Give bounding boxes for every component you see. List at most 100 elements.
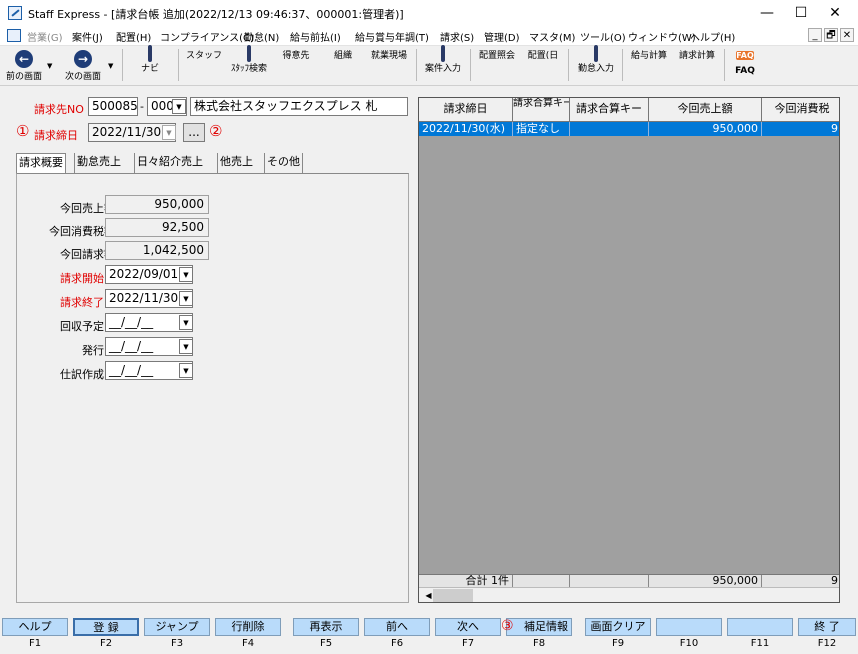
menu-bar: 営業(G) 案件(J) 配置(H) コンプライアンス(C) 勤怠(N) 給与前払… <box>0 26 858 46</box>
f9-key-label: F9 <box>611 638 625 649</box>
f1-help-button[interactable]: ヘルプ <box>2 618 68 636</box>
staff-search-button-label: ｽﾀｯﾌ検索 <box>230 64 267 74</box>
f3-key-label: F3 <box>170 638 184 649</box>
staff-button[interactable]: スタッフ <box>184 47 224 84</box>
f12-exit-button[interactable]: 終 了 <box>798 618 856 636</box>
billing-end-dropdown-icon[interactable] <box>179 291 193 306</box>
column-header-sales[interactable]: 今回売上額 <box>649 98 762 122</box>
toolbar-separator <box>724 49 725 81</box>
f9-clear-button[interactable]: 画面クリア <box>585 618 651 636</box>
mdi-close-button[interactable]: ✕ <box>840 28 854 42</box>
horizontal-scrollbar[interactable]: ◀ <box>419 587 839 602</box>
billing-no-input[interactable]: 500085 <box>88 97 138 116</box>
menu-item-haichi[interactable]: 配置(H) <box>116 29 151 44</box>
back-dropdown-icon[interactable]: ▼ <box>47 62 52 70</box>
journal-date-dropdown-icon[interactable] <box>179 363 193 378</box>
column-header-key[interactable]: 請求合算キー <box>570 98 649 122</box>
f7-key-label: F7 <box>461 638 475 649</box>
mdi-restore-button[interactable]: 🗗 <box>824 28 838 42</box>
project-entry-button[interactable]: 案件入力 <box>420 45 466 84</box>
organization-button[interactable]: 組織 <box>324 47 362 84</box>
toolbar-separator <box>622 49 623 81</box>
form-area: 請求先NO 500085 - 000 株式会社スタッフエクスプレス 札 ① 請求… <box>0 88 415 608</box>
title-bar: Staff Express - [請求台帳 追加(2022/12/13 09:4… <box>0 0 858 26</box>
f10-button[interactable] <box>656 618 722 636</box>
menu-item-advance[interactable]: 給与前払(I) <box>290 29 341 44</box>
tab-billing-overview[interactable]: 請求概要 <box>16 153 66 174</box>
menu-item-master[interactable]: マスタ(M) <box>529 29 575 44</box>
close-button[interactable]: ✕ <box>812 0 858 26</box>
payroll-button[interactable]: 給与計算 <box>626 47 672 84</box>
f11-button[interactable] <box>727 618 793 636</box>
function-key-bar: ヘルプ F1 登 録 F2 ジャンプ F3 行削除 F4 再表示 F5 前へ F… <box>0 618 858 654</box>
back-arrow-icon: ← <box>15 50 33 68</box>
staff-button-label: スタッフ <box>185 51 222 61</box>
forward-dropdown-icon[interactable]: ▼ <box>108 62 113 70</box>
issue-date-label: 発行日 <box>82 344 115 357</box>
tab-daily-referral-sales[interactable]: 日々紹介売上 <box>134 153 205 173</box>
f7-next-button[interactable]: 次へ <box>435 618 501 636</box>
collection-date-dropdown-icon[interactable] <box>179 315 193 330</box>
billing-calc-button-label: 請求計算 <box>678 51 715 61</box>
current-tax-field: 92,500 <box>105 218 209 237</box>
journal-date-label: 仕訳作成日 <box>60 368 115 381</box>
f5-refresh-button[interactable]: 再表示 <box>293 618 359 636</box>
attendance-entry-button[interactable]: 勤怠入力 <box>572 45 620 84</box>
menu-item-anken[interactable]: 案件(J) <box>72 29 103 44</box>
mdi-minimize-button[interactable]: _ <box>808 28 822 42</box>
billing-sub-dropdown-icon[interactable] <box>172 99 186 114</box>
faq-icon: FAQ <box>736 51 754 60</box>
menu-item-window[interactable]: ウィンドウ(W) <box>628 29 696 44</box>
f8-supplement-button[interactable]: 補足情報 <box>506 618 572 636</box>
menu-item-payroll[interactable]: 給与賞与年調(T) <box>355 29 429 44</box>
marker-2: ② <box>209 122 223 140</box>
menu-item-kanri[interactable]: 管理(D) <box>484 29 520 44</box>
f3-jump-button[interactable]: ジャンプ <box>144 618 210 636</box>
menu-item-tools[interactable]: ツール(O) <box>580 29 626 44</box>
f12-key-label: F12 <box>817 638 837 649</box>
tab-other-sales[interactable]: 他売上 <box>217 153 255 173</box>
current-sales-label: 今回売上額 <box>60 202 115 215</box>
menu-item-kintai[interactable]: 勤怠(N) <box>244 29 279 44</box>
staff-search-button[interactable]: ｽﾀｯﾌ検索 <box>226 45 272 84</box>
table-row[interactable]: 2022/11/30(水) 指定なし 950,000 9 <box>419 122 839 136</box>
current-billing-field: 1,042,500 <box>105 241 209 260</box>
f8-key-label: F8 <box>532 638 546 649</box>
billing-start-dropdown-icon[interactable] <box>179 267 193 282</box>
back-button[interactable]: ← 前の画面 <box>2 47 46 84</box>
column-header-close-date[interactable]: 請求締日 <box>419 98 513 122</box>
column-header-tax[interactable]: 今回消費税 <box>762 98 839 122</box>
staff-search-icon <box>247 45 251 62</box>
application-window: Staff Express - [請求台帳 追加(2022/12/13 09:4… <box>0 0 858 654</box>
column-header-key-type[interactable]: 請求合算キー区分 <box>513 98 570 122</box>
marker-3: ③ <box>501 618 514 634</box>
faq-button[interactable]: FAQ FAQ <box>728 47 762 84</box>
f2-register-button[interactable]: 登 録 <box>73 618 139 636</box>
menu-item-seikyu[interactable]: 請求(S) <box>440 29 474 44</box>
hyphen-separator: - <box>140 100 144 113</box>
close-date-dropdown-icon[interactable] <box>162 125 176 140</box>
row-key-type: 指定なし <box>513 122 570 136</box>
f6-previous-button[interactable]: 前へ <box>364 618 430 636</box>
f10-key-label: F10 <box>679 638 699 649</box>
navi-button[interactable]: ナビ <box>132 45 168 84</box>
customer-button[interactable]: 得意先 <box>276 47 316 84</box>
payroll-button-label: 給与計算 <box>630 51 667 61</box>
grid-footer: 合計 1件 950,000 9 <box>419 574 839 588</box>
tab-others[interactable]: その他 <box>264 153 303 173</box>
menu-item-eigyo[interactable]: 営業(G) <box>27 29 63 44</box>
close-date-lookup-button[interactable]: ... <box>183 123 205 142</box>
billing-calc-button[interactable]: 請求計算 <box>674 47 720 84</box>
forward-button[interactable]: → 次の画面 <box>60 47 106 84</box>
issue-date-dropdown-icon[interactable] <box>179 339 193 354</box>
tab-attendance-sales[interactable]: 勤怠売上 <box>74 153 123 173</box>
scroll-thumb[interactable] <box>433 589 473 602</box>
window-title: Staff Express - [請求台帳 追加(2022/12/13 09:4… <box>28 8 404 21</box>
f4-delete-row-button[interactable]: 行削除 <box>215 618 281 636</box>
menu-item-compliance[interactable]: コンプライアンス(C) <box>160 29 254 44</box>
assignment-query-button[interactable]: 配置照会 <box>474 47 520 84</box>
assignment-daily-button[interactable]: 配置(日 <box>522 47 564 84</box>
billing-overview-panel: 今回売上額 950,000 今回消費税額 92,500 今回請求額 1,042,… <box>16 173 409 603</box>
workplace-button[interactable]: 就業現場 <box>366 47 412 84</box>
menu-item-help[interactable]: ヘルプ(H) <box>690 29 735 44</box>
